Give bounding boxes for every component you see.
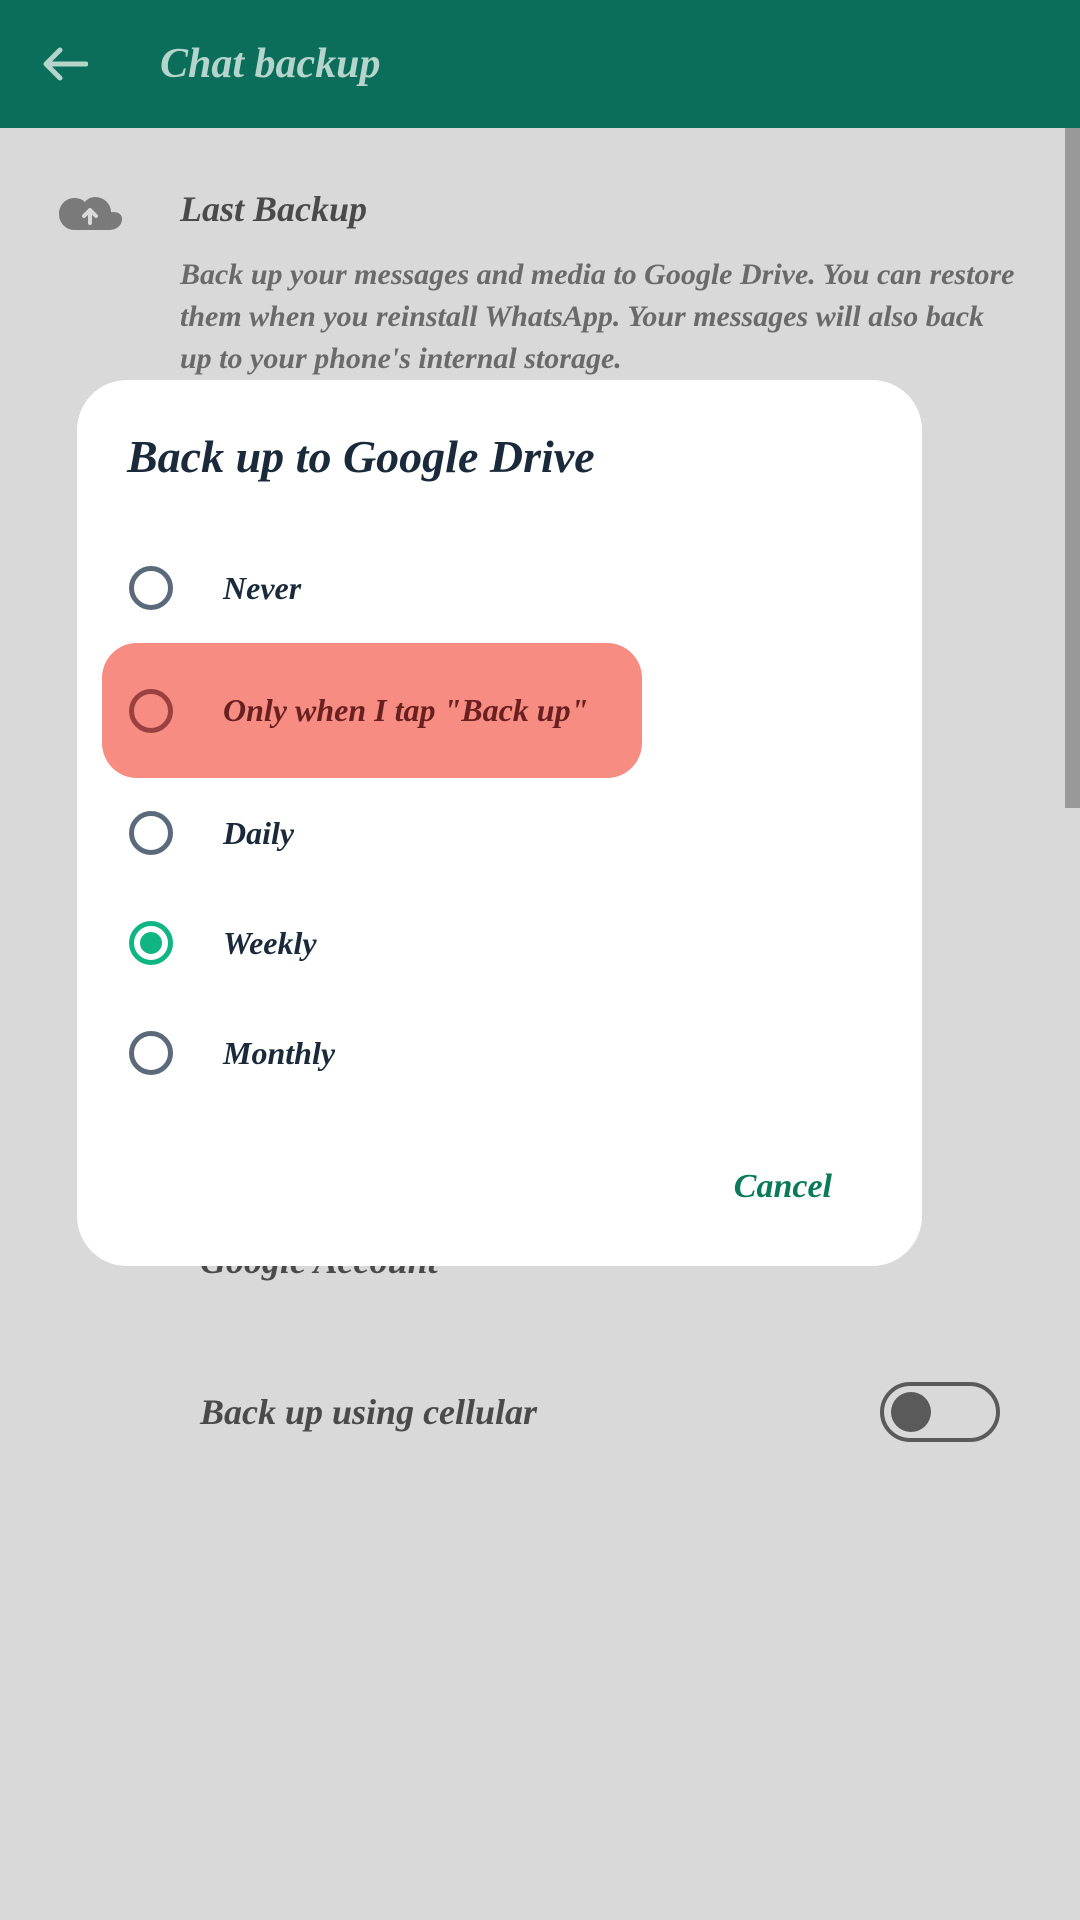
radio-option-daily[interactable]: Daily bbox=[77, 778, 922, 888]
radio-label: Weekly bbox=[223, 925, 317, 962]
radio-selected-dot bbox=[140, 932, 162, 954]
cellular-toggle-label: Back up using cellular bbox=[200, 1391, 537, 1433]
toggle-knob bbox=[891, 1392, 931, 1432]
radio-label: Never bbox=[223, 570, 301, 607]
cancel-button[interactable]: Cancel bbox=[734, 1168, 832, 1206]
scrollbar[interactable] bbox=[1065, 128, 1080, 808]
radio-option-manual[interactable]: Only when I tap "Back up" bbox=[102, 643, 642, 778]
radio-option-never[interactable]: Never bbox=[77, 533, 922, 643]
back-arrow-icon[interactable] bbox=[40, 39, 90, 89]
radio-circle-icon bbox=[129, 566, 173, 610]
dialog-title: Back up to Google Drive bbox=[77, 430, 922, 533]
dialog-footer: Cancel bbox=[77, 1108, 922, 1226]
radio-circle-icon bbox=[129, 1031, 173, 1075]
app-header: Chat backup bbox=[0, 0, 1080, 128]
page-title: Chat backup bbox=[160, 40, 381, 88]
radio-circle-icon bbox=[129, 689, 173, 733]
last-backup-description: Back up your messages and media to Googl… bbox=[180, 254, 1020, 380]
radio-label: Monthly bbox=[223, 1035, 335, 1072]
radio-circle-icon bbox=[129, 921, 173, 965]
radio-option-weekly[interactable]: Weekly bbox=[77, 888, 922, 998]
last-backup-content: Last Backup Back up your messages and me… bbox=[180, 188, 1050, 380]
cellular-backup-row: Back up using cellular bbox=[200, 1382, 1000, 1442]
radio-option-monthly[interactable]: Monthly bbox=[77, 998, 922, 1108]
radio-circle-icon bbox=[129, 811, 173, 855]
cloud-upload-icon bbox=[50, 180, 130, 250]
cellular-toggle-switch[interactable] bbox=[880, 1382, 1000, 1442]
backup-frequency-dialog: Back up to Google Drive Never Only when … bbox=[77, 380, 922, 1266]
last-backup-section: Last Backup Back up your messages and me… bbox=[30, 168, 1050, 400]
radio-options-list: Never Only when I tap "Back up" Daily We… bbox=[77, 533, 922, 1108]
radio-label: Only when I tap "Back up" bbox=[223, 692, 588, 729]
last-backup-title: Last Backup bbox=[180, 188, 1020, 230]
radio-label: Daily bbox=[223, 815, 294, 852]
